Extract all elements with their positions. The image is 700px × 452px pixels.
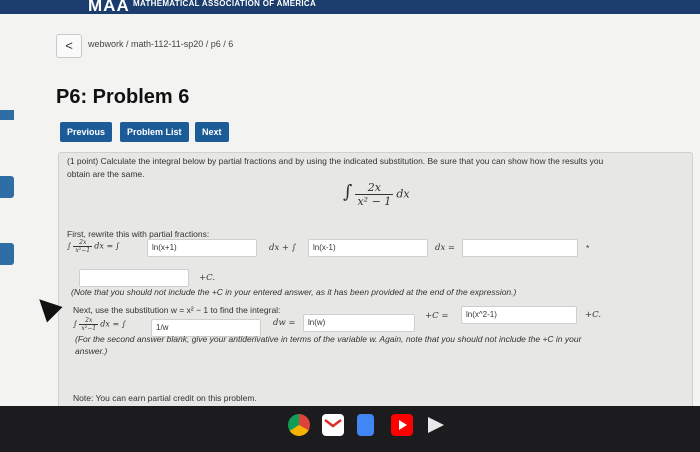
part2-dw: dw = [273,318,296,328]
main-integral: ∫ 2x x² − 1 dx [343,181,410,208]
partial-fraction-input-2[interactable]: ln(x-1) [308,239,428,257]
page-title: P6: Problem 6 [56,86,190,108]
part1-mid: dx + ∫ [269,243,297,253]
webwork-page: < webwork / math-112-11-sp20 / p6 / 6 P6… [0,14,700,408]
site-header: MAA MATHEMATICAL ASSOCIATION OF AMERICA [0,0,700,14]
docs-icon[interactable] [357,414,374,436]
note-variable-w: (For the second answer blank, give your … [75,334,582,344]
org-name: MATHEMATICAL ASSOCIATION OF AMERICA [133,0,317,8]
w-antiderivative-input[interactable]: ln(w) [303,314,415,332]
problem-intro: (1 point) Calculate the integral below b… [67,156,604,166]
part1-eq: dx = [435,243,456,253]
note-plus-c: (Note that you should not include the +C… [71,287,517,297]
back-button[interactable]: < [56,34,82,58]
part1-label: First, rewrite this with partial fractio… [67,229,210,239]
integrand-fraction: 2x x² − 1 [355,181,394,208]
antiderivative-input[interactable] [462,239,578,257]
play-icon[interactable] [424,414,446,436]
part2-label: Next, use the substitution w = x² − 1 to… [73,305,281,315]
partial-fraction-input-1[interactable]: ln(x+1) [147,239,257,257]
x-antiderivative-input[interactable]: ln(x^2-1) [461,306,577,324]
antiderivative-input-2[interactable] [79,269,189,287]
problem-intro-2: obtain are the same. [67,169,145,179]
breadcrumb[interactable]: webwork / math-112-11-sp20 / p6 / 6 [88,39,233,49]
part2-plus-c: +C = [425,311,449,321]
partial-credit-note: Note: You can earn partial credit on thi… [73,393,257,403]
youtube-icon[interactable] [391,414,413,436]
problem-list-button[interactable]: Problem List [120,122,189,142]
sidebar-tab[interactable] [0,243,14,265]
part1-plus-c: +C. [199,273,216,283]
chrome-icon[interactable] [288,414,310,436]
previous-button[interactable]: Previous [60,122,113,142]
sidebar-tab[interactable] [0,176,14,198]
required-marker: * [586,243,590,253]
part1-lhs: ∫ 2x x²−1 dx = ∫ [67,239,120,254]
part2-lhs: ∫ 2x x²−1 dx = ∫ [73,317,126,332]
taskbar [0,406,700,452]
note-variable-w-2: answer.) [75,346,108,356]
next-button[interactable]: Next [195,122,229,142]
sidebar-marker [0,110,14,120]
part2-plus-c-end: +C. [585,310,602,320]
problem-panel: (1 point) Calculate the integral below b… [58,152,693,408]
maa-logo: MAA [88,0,130,14]
gmail-icon[interactable] [322,414,344,436]
